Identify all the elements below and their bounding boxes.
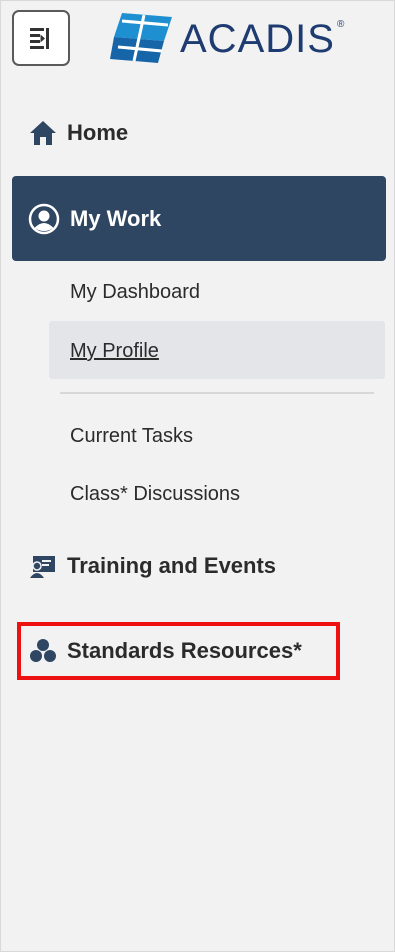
nav-training-and-events[interactable]: Training and Events (29, 550, 276, 582)
sidebar-panel: ACADIS ® Home My Work My Dashboard My Pr… (0, 0, 395, 952)
nav-home[interactable]: Home (29, 117, 128, 149)
brand-name: ACADIS (180, 17, 335, 61)
sidebar-toggle-button[interactable] (12, 10, 70, 66)
nav-current-tasks[interactable]: Current Tasks (70, 425, 193, 448)
home-icon (29, 120, 57, 146)
nav-my-dashboard[interactable]: My Dashboard (70, 281, 200, 304)
highlight-box (17, 622, 340, 680)
acadis-logo-mark (110, 13, 172, 63)
registered-mark: ® (336, 19, 345, 30)
nav-home-label: Home (67, 120, 129, 145)
nav-my-profile[interactable]: My Profile (70, 340, 159, 363)
nav-my-work[interactable]: My Work (12, 176, 386, 261)
user-circle-icon (28, 203, 60, 235)
nav-class-discussions[interactable]: Class* Discussions (70, 483, 240, 506)
divider (60, 392, 374, 394)
nav-my-work-label: My Work (70, 205, 162, 231)
presentation-icon (29, 553, 57, 579)
acadis-logo[interactable]: ACADIS ® (108, 11, 358, 67)
sidebar-collapse-icon (30, 28, 49, 49)
nav-training-label: Training and Events (67, 553, 277, 578)
